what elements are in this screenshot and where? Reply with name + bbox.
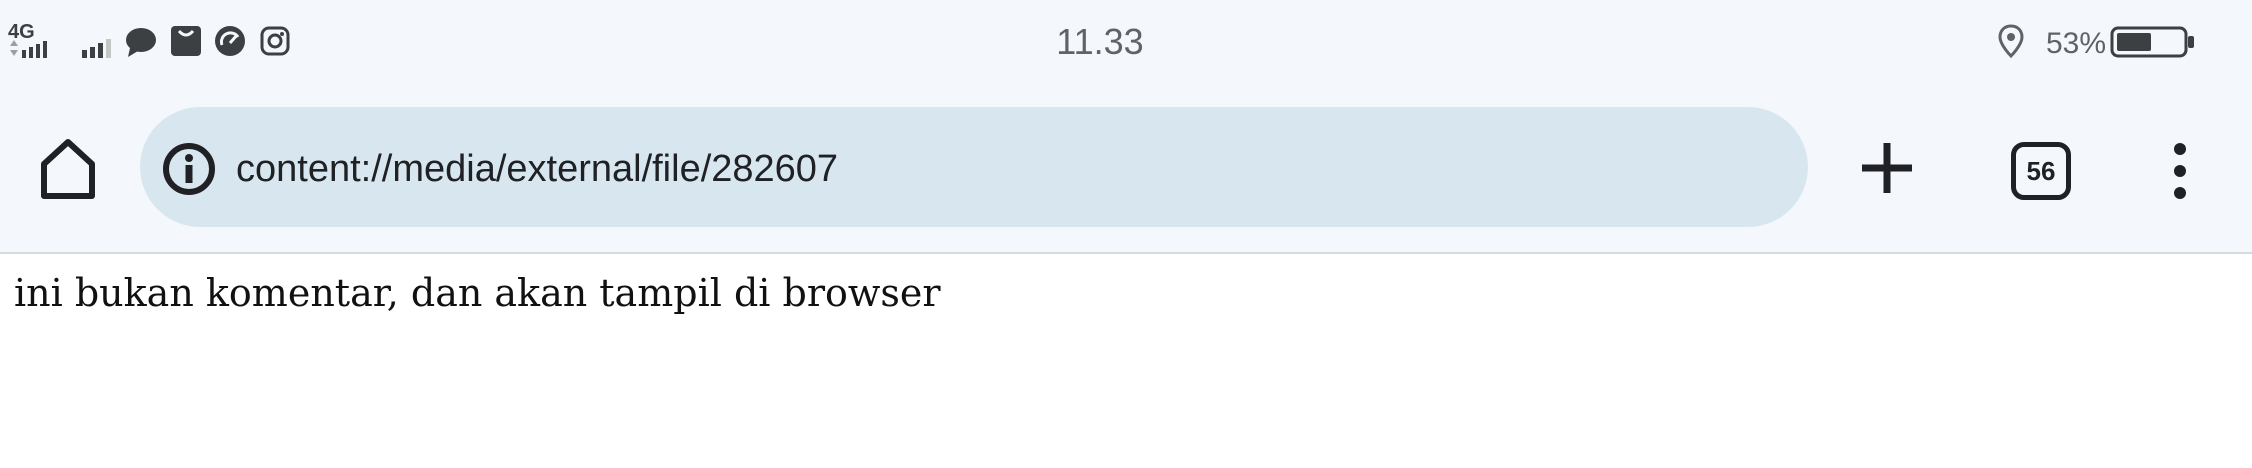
tab-switcher-button[interactable]: 56 [2011, 142, 2071, 200]
shopping-bag-icon [171, 26, 201, 56]
battery-percentage: 53% [2046, 27, 2107, 60]
battery-icon [2110, 26, 2194, 58]
status-bar: 4G 11.33 53% [0, 0, 2252, 88]
tab-count-label: 56 [2026, 156, 2056, 186]
network-type-label: 4G [8, 21, 35, 43]
toolbar-divider [0, 252, 2252, 254]
signal-icon [10, 40, 47, 58]
page-body-text: ini bukan komentar, dan akan tampil di b… [14, 271, 941, 315]
url-text[interactable]: content://media/external/file/282607 [236, 143, 838, 195]
browser-toolbar: content://media/external/file/282607 56 [0, 88, 2252, 252]
info-icon[interactable] [162, 141, 216, 197]
location-icon [1998, 24, 2024, 58]
signal-icon [82, 39, 111, 58]
chat-icon [126, 28, 156, 57]
speedometer-icon [215, 26, 245, 56]
home-icon[interactable] [38, 138, 98, 200]
instagram-icon [260, 26, 290, 56]
status-clock: 11.33 [1056, 21, 1144, 62]
new-tab-plus-icon[interactable] [1860, 141, 1914, 195]
more-menu-icon[interactable] [2166, 141, 2194, 201]
